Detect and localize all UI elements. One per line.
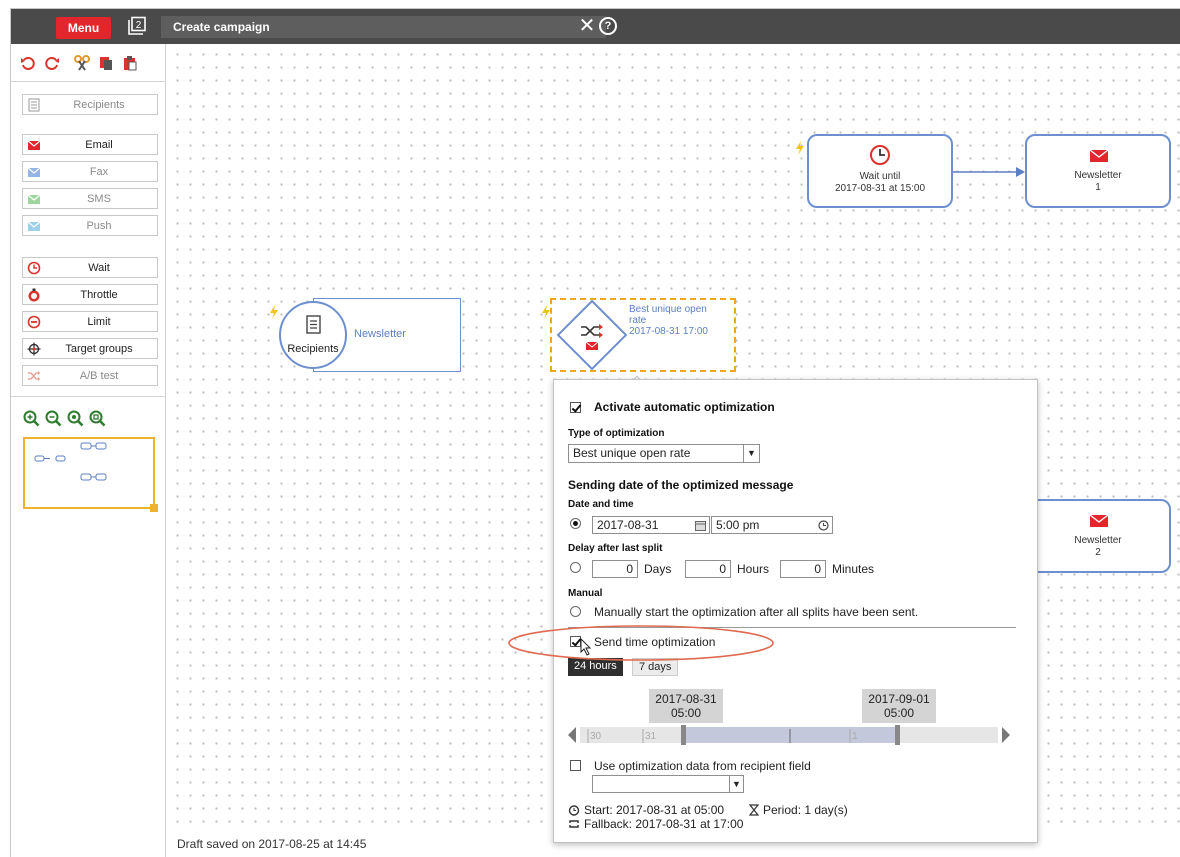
ab-node-date: 2017-08-31 17:00 <box>629 326 708 337</box>
highlight-ellipse <box>508 625 774 661</box>
use-field-data-label: Use optimization data from recipient fie… <box>594 759 811 773</box>
shuffle-icon <box>581 324 603 350</box>
recipients-icon <box>306 315 321 334</box>
hours-input[interactable]: 0 <box>685 560 731 578</box>
newsletter-1-label: Newsletter <box>1074 170 1122 181</box>
hourglass-icon <box>749 804 759 816</box>
newsletter-2-number: 2 <box>1095 547 1101 558</box>
range-end-date: 2017-09-01 <box>868 692 930 706</box>
range-start-time: 05:00 <box>670 706 702 720</box>
minutes-input[interactable]: 0 <box>780 560 826 578</box>
clock-icon <box>870 145 890 165</box>
tick-label: 31 <box>645 731 657 742</box>
alarm-clock-icon <box>568 805 580 816</box>
activate-optimization-checkbox[interactable] <box>570 402 581 416</box>
email-icon <box>1089 149 1109 162</box>
use-field-data-checkbox[interactable] <box>570 760 581 774</box>
newsletter-2-label: Newsletter <box>1074 535 1122 546</box>
optimization-popup: Activate automatic optimization Type of … <box>553 379 1038 843</box>
recipients-node[interactable]: Recipients <box>279 301 347 369</box>
range-end-label: 2017-09-01 05:00 <box>862 689 936 723</box>
manual-label: Manual <box>568 588 603 599</box>
range-end-time: 05:00 <box>883 706 915 720</box>
hours-unit: Hours <box>737 562 770 576</box>
ab-node-line1: Best unique open <box>629 304 707 315</box>
start-text: Start: 2017-08-31 at 05:00 <box>584 803 725 817</box>
time-value: 5:00 pm <box>716 518 760 532</box>
optimization-type-select[interactable]: Best unique open rate ▼ <box>568 444 760 463</box>
date-time-label: Date and time <box>568 499 634 510</box>
time-range-slider[interactable]: 30 31 1 <box>568 723 1018 747</box>
manual-radio[interactable] <box>570 606 581 620</box>
repeat-icon <box>569 820 579 828</box>
slider-end-handle[interactable] <box>895 725 900 745</box>
fallback-text: Fallback: 2017-08-31 at 17:00 <box>584 817 744 831</box>
delay-label: Delay after last split <box>568 543 663 554</box>
clock-icon[interactable] <box>818 520 829 531</box>
recipients-node-label: Recipients <box>287 343 339 355</box>
app-window: Menu 2 Create campaign ✕ ? Recipients Em… <box>10 8 1180 857</box>
optimization-type-value: Best unique open rate <box>573 446 691 460</box>
newsletter-1-number: 1 <box>1095 182 1101 193</box>
ab-node-line2: rate <box>629 315 647 326</box>
chevron-down-icon: ▼ <box>743 445 759 462</box>
range-start-date: 2017-08-31 <box>655 692 717 706</box>
days-input[interactable]: 0 <box>592 560 638 578</box>
sending-date-heading: Sending date of the optimized message <box>568 478 794 492</box>
date-time-radio[interactable] <box>570 518 581 532</box>
chevron-down-icon: ▼ <box>729 776 743 792</box>
recipient-field-select[interactable]: ▼ <box>592 775 744 793</box>
delay-radio[interactable] <box>570 562 581 576</box>
calendar-icon[interactable] <box>695 520 706 531</box>
tick-label: 30 <box>590 731 602 742</box>
trigger-bolt-icon <box>796 141 804 155</box>
minutes-unit: Minutes <box>832 562 875 576</box>
date-value: 2017-08-31 <box>597 518 659 532</box>
trigger-bolt-icon <box>270 305 278 319</box>
days-unit: Days <box>644 562 672 576</box>
tick-label: 1 <box>852 731 858 742</box>
wait-node-date: 2017-08-31 at 15:00 <box>834 183 926 194</box>
draft-status: Draft saved on 2017-08-25 at 14:45 <box>177 837 367 851</box>
recipients-target-label: Newsletter <box>354 328 406 340</box>
slider-start-handle[interactable] <box>681 725 686 745</box>
manual-option-label: Manually start the optimization after al… <box>594 605 919 619</box>
slider-right-arrow-icon[interactable] <box>1002 727 1010 743</box>
newsletter-1-node[interactable]: Newsletter 1 <box>1025 134 1171 208</box>
newsletter-2-node[interactable]: Newsletter 2 <box>1025 499 1171 573</box>
activate-optimization-label: Activate automatic optimization <box>594 400 775 414</box>
email-icon <box>1089 514 1109 527</box>
type-label: Type of optimization <box>568 428 665 439</box>
wait-node[interactable]: Wait until 2017-08-31 at 15:00 <box>807 134 953 208</box>
time-input[interactable]: 5:00 pm <box>711 516 833 534</box>
date-input[interactable]: 2017-08-31 <box>592 516 710 534</box>
wait-node-label: Wait until <box>859 171 901 182</box>
period-text: Period: 1 day(s) <box>763 803 848 817</box>
range-start-label: 2017-08-31 05:00 <box>649 689 723 723</box>
slider-left-arrow-icon[interactable] <box>568 727 576 743</box>
